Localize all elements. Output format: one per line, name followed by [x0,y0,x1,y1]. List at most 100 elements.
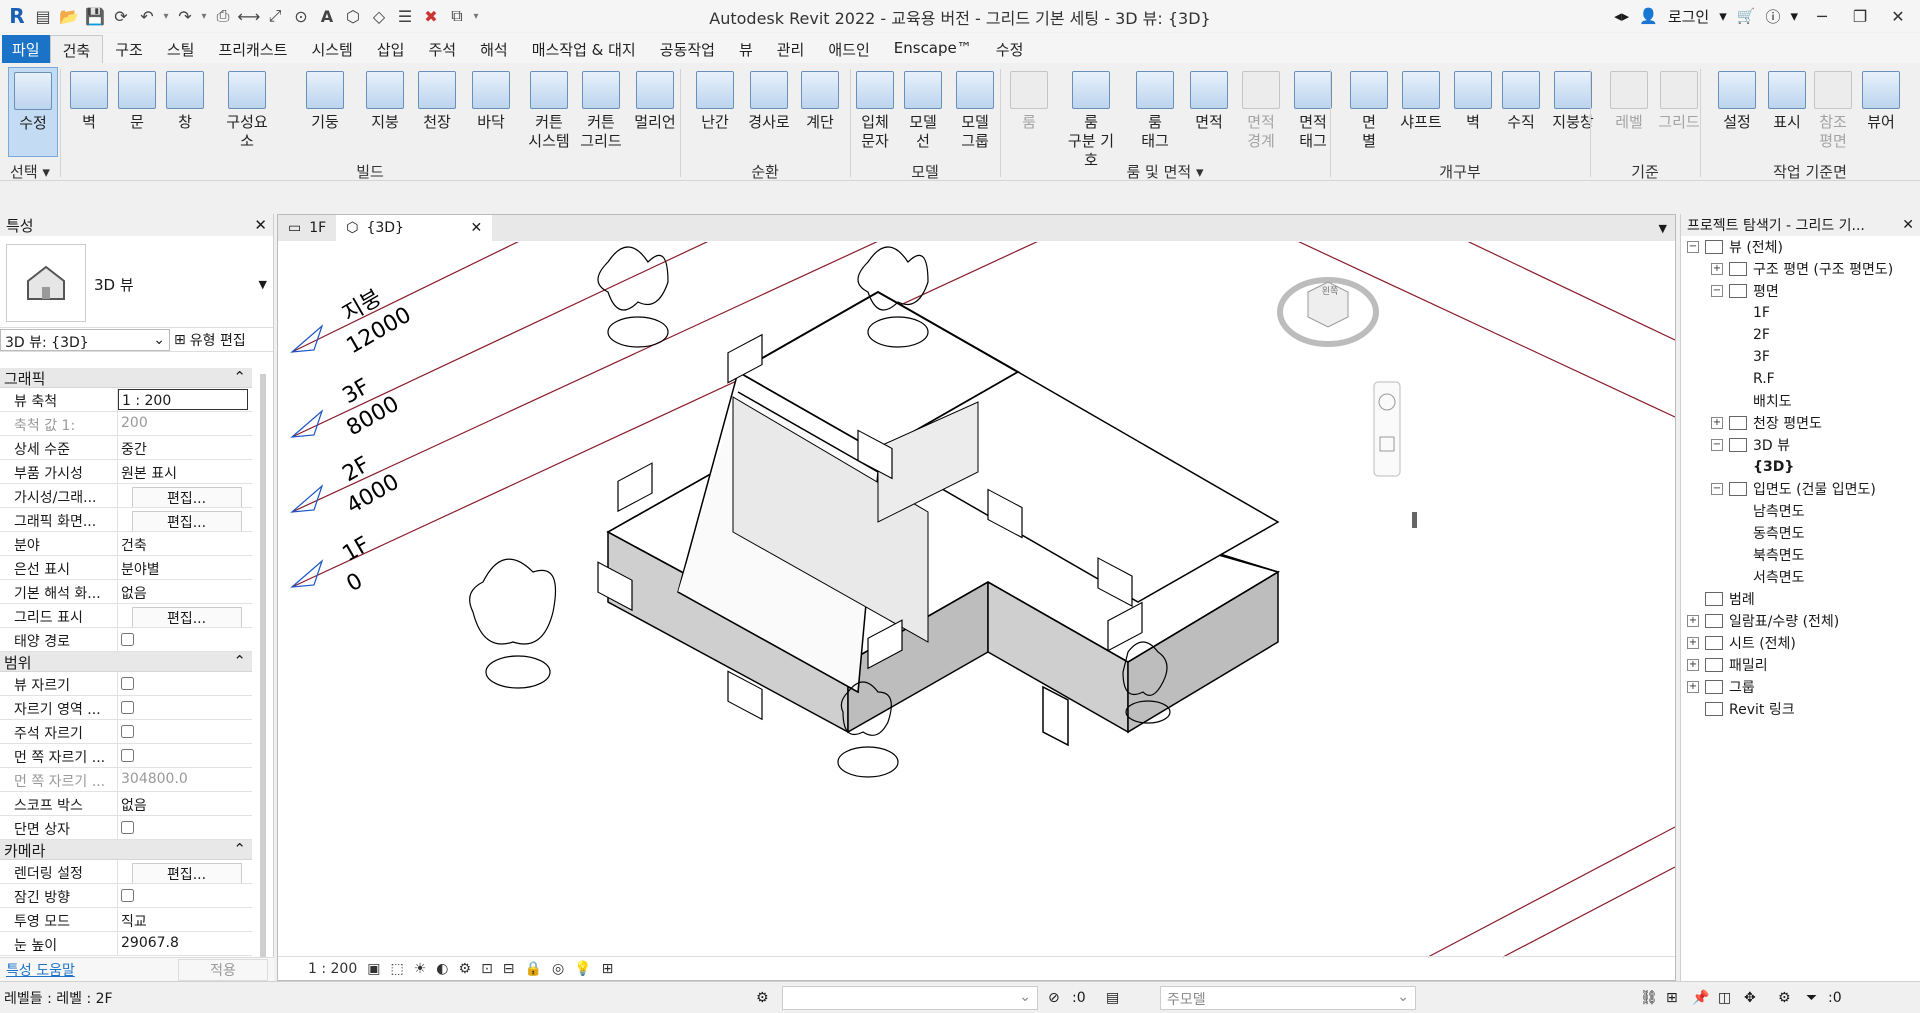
property-checkbox[interactable] [121,725,134,738]
property-value[interactable]: 304800.0 [118,768,252,791]
worksets-icon[interactable]: ⚙ [756,990,769,1006]
apply-button[interactable]: 적용 [178,958,268,981]
type-selector[interactable]: 3D 뷰 ▼ [0,236,273,328]
property-value[interactable]: 분야별 [118,556,252,579]
property-value[interactable]: 건축 [118,532,252,555]
browser-node[interactable]: + 패밀리 [1681,654,1920,676]
ribbon-button-20[interactable]: 룸 태그 [1130,67,1180,157]
property-checkbox[interactable] [121,633,134,646]
browser-node[interactable]: 2F [1681,324,1920,346]
tab-3d[interactable]: ⬡ {3D} ✕ [336,215,493,241]
tab-13[interactable]: 애드인 [816,35,881,63]
editable-only-icon[interactable]: ⊘ [1048,990,1060,1006]
ribbon-button-13[interactable]: 경사로 [744,67,794,157]
tab-7[interactable]: 주석 [416,35,468,63]
select-underlay-icon[interactable]: ⊞ [1666,990,1678,1006]
property-category[interactable]: 범위 ⌃ [0,652,252,672]
dimension-icon[interactable]: ⤢ [264,5,286,27]
ribbon-button-21[interactable]: 면적 [1184,67,1234,157]
ribbon-button-5[interactable]: 기둥 [300,67,350,157]
save-icon[interactable]: 💾 [84,5,106,27]
ribbon-button-12[interactable]: 난간 [690,67,740,157]
property-checkbox[interactable] [121,749,134,762]
ribbon-button-16[interactable]: 모델 선 [898,67,948,157]
browser-node[interactable]: Revit 링크 [1681,698,1920,720]
collapse-icon[interactable]: ⌃ [233,652,246,671]
expand-icon[interactable]: − [1687,241,1699,253]
close-button[interactable]: ✕ [1884,7,1912,26]
tabs-dropdown-icon[interactable]: ▼ [1659,222,1675,235]
visual-style-icon[interactable]: ⬚ [390,961,403,977]
close-icon[interactable]: ✕ [1902,217,1914,233]
property-value[interactable]: 1 : 200 [118,389,248,410]
ribbon-panel-label[interactable]: 순환 [680,161,850,182]
close-icon[interactable]: ✕ [470,220,482,236]
ribbon-button-8[interactable]: 바닥 [466,67,516,157]
tab-8[interactable]: 해석 [468,35,520,63]
restore-button[interactable]: ❐ [1846,7,1874,26]
tab-5[interactable]: 시스템 [299,35,364,63]
browser-node[interactable]: + 그룹 [1681,676,1920,698]
ribbon-panel-label[interactable]: 빌드 [60,161,680,182]
view-cube[interactable]: 왼쪽 [1277,277,1379,347]
select-links-icon[interactable]: ⛓ [1640,990,1658,1006]
tab-15[interactable]: 수정 [984,35,1036,63]
ribbon-button-4[interactable]: 구성요소 [222,67,272,157]
tab-11[interactable]: 뷰 [727,35,765,63]
ribbon-panel-label[interactable]: 모델 [850,161,1000,182]
undo-icon[interactable]: ↶ [136,5,158,27]
browser-node[interactable]: 서측면도 [1681,566,1920,588]
ribbon-panel-label[interactable]: 개구부 [1330,161,1590,182]
property-value[interactable]: 없음 [118,580,252,603]
info-center-icon[interactable]: ◂▸ [1614,7,1629,25]
edit-type-button[interactable]: 유형 편집 [190,330,246,350]
browser-node[interactable]: − 뷰 (전체) [1681,236,1920,258]
ribbon-button-17[interactable]: 모델 그룹 [950,67,1000,157]
detail-level-icon[interactable]: ▣ [367,961,380,977]
user-icon[interactable]: 👤 [1639,7,1658,25]
browser-node[interactable]: 북측면도 [1681,544,1920,566]
ribbon-button-0[interactable]: 수정 [8,67,58,157]
ribbon-button-30[interactable]: 그리드 [1654,67,1704,157]
property-checkbox[interactable] [121,701,134,714]
ribbon-button-26[interactable]: 벽 [1448,67,1498,157]
login-dropdown-icon[interactable]: ▾ [1719,7,1727,25]
drawing-canvas[interactable]: 지붕 12000 3F 8000 2F 4000 1F 0 왼쪽 [278,242,1675,958]
browser-node[interactable]: 범례 [1681,588,1920,610]
ribbon-button-2[interactable]: 문 [112,67,162,157]
redo-icon[interactable]: ↷ [174,5,196,27]
ribbon-button-29[interactable]: 레벨 [1604,67,1654,157]
lock-3d-icon[interactable]: 🔒 [525,961,542,977]
browser-node[interactable]: − 3D 뷰 [1681,434,1920,456]
ribbon-button-9[interactable]: 커튼 시스템 [524,67,574,157]
browser-node[interactable]: 동측면도 [1681,522,1920,544]
tab-1[interactable]: 건축 [49,35,104,63]
ribbon-button-31[interactable]: 설정 [1712,67,1762,157]
browser-node[interactable]: 배치도 [1681,390,1920,412]
tag-icon[interactable]: ⊙ [290,5,312,27]
select-face-icon[interactable]: ◫ [1718,990,1731,1006]
ribbon-panel-label[interactable]: 선택 ▾ [0,161,60,182]
select-pinned-icon[interactable]: 📌 [1692,990,1709,1006]
ribbon-button-25[interactable]: 샤프트 [1396,67,1446,157]
browser-node[interactable]: 1F [1681,302,1920,324]
chevron-down-icon[interactable]: ▼ [259,278,267,291]
ribbon-button-34[interactable]: 뷰어 [1856,67,1906,157]
expand-icon[interactable]: − [1711,483,1723,495]
text-icon[interactable]: A [316,5,338,27]
expand-icon[interactable]: + [1687,615,1699,627]
properties-help-link[interactable]: 특성 도움말 [6,960,75,980]
ribbon-button-11[interactable]: 멀리언 [630,67,680,157]
tab-2[interactable]: 구조 [103,35,155,63]
property-value[interactable]: 원본 표시 [118,460,252,483]
expand-icon[interactable]: + [1687,681,1699,693]
edit-button[interactable]: 편집... [131,607,242,627]
shadows-icon[interactable]: ◐ [436,961,448,977]
help-dropdown-icon[interactable]: ▾ [1790,7,1798,25]
browser-node[interactable]: + 일람표/수량 (전체) [1681,610,1920,632]
ribbon-button-18[interactable]: 룸 [1004,67,1054,157]
drag-select-icon[interactable]: ✥ [1744,990,1756,1006]
temp-hide-icon[interactable]: ◎ [552,961,564,977]
revit-logo-icon[interactable]: R [6,4,28,28]
ribbon-button-3[interactable]: 창 [160,67,210,157]
